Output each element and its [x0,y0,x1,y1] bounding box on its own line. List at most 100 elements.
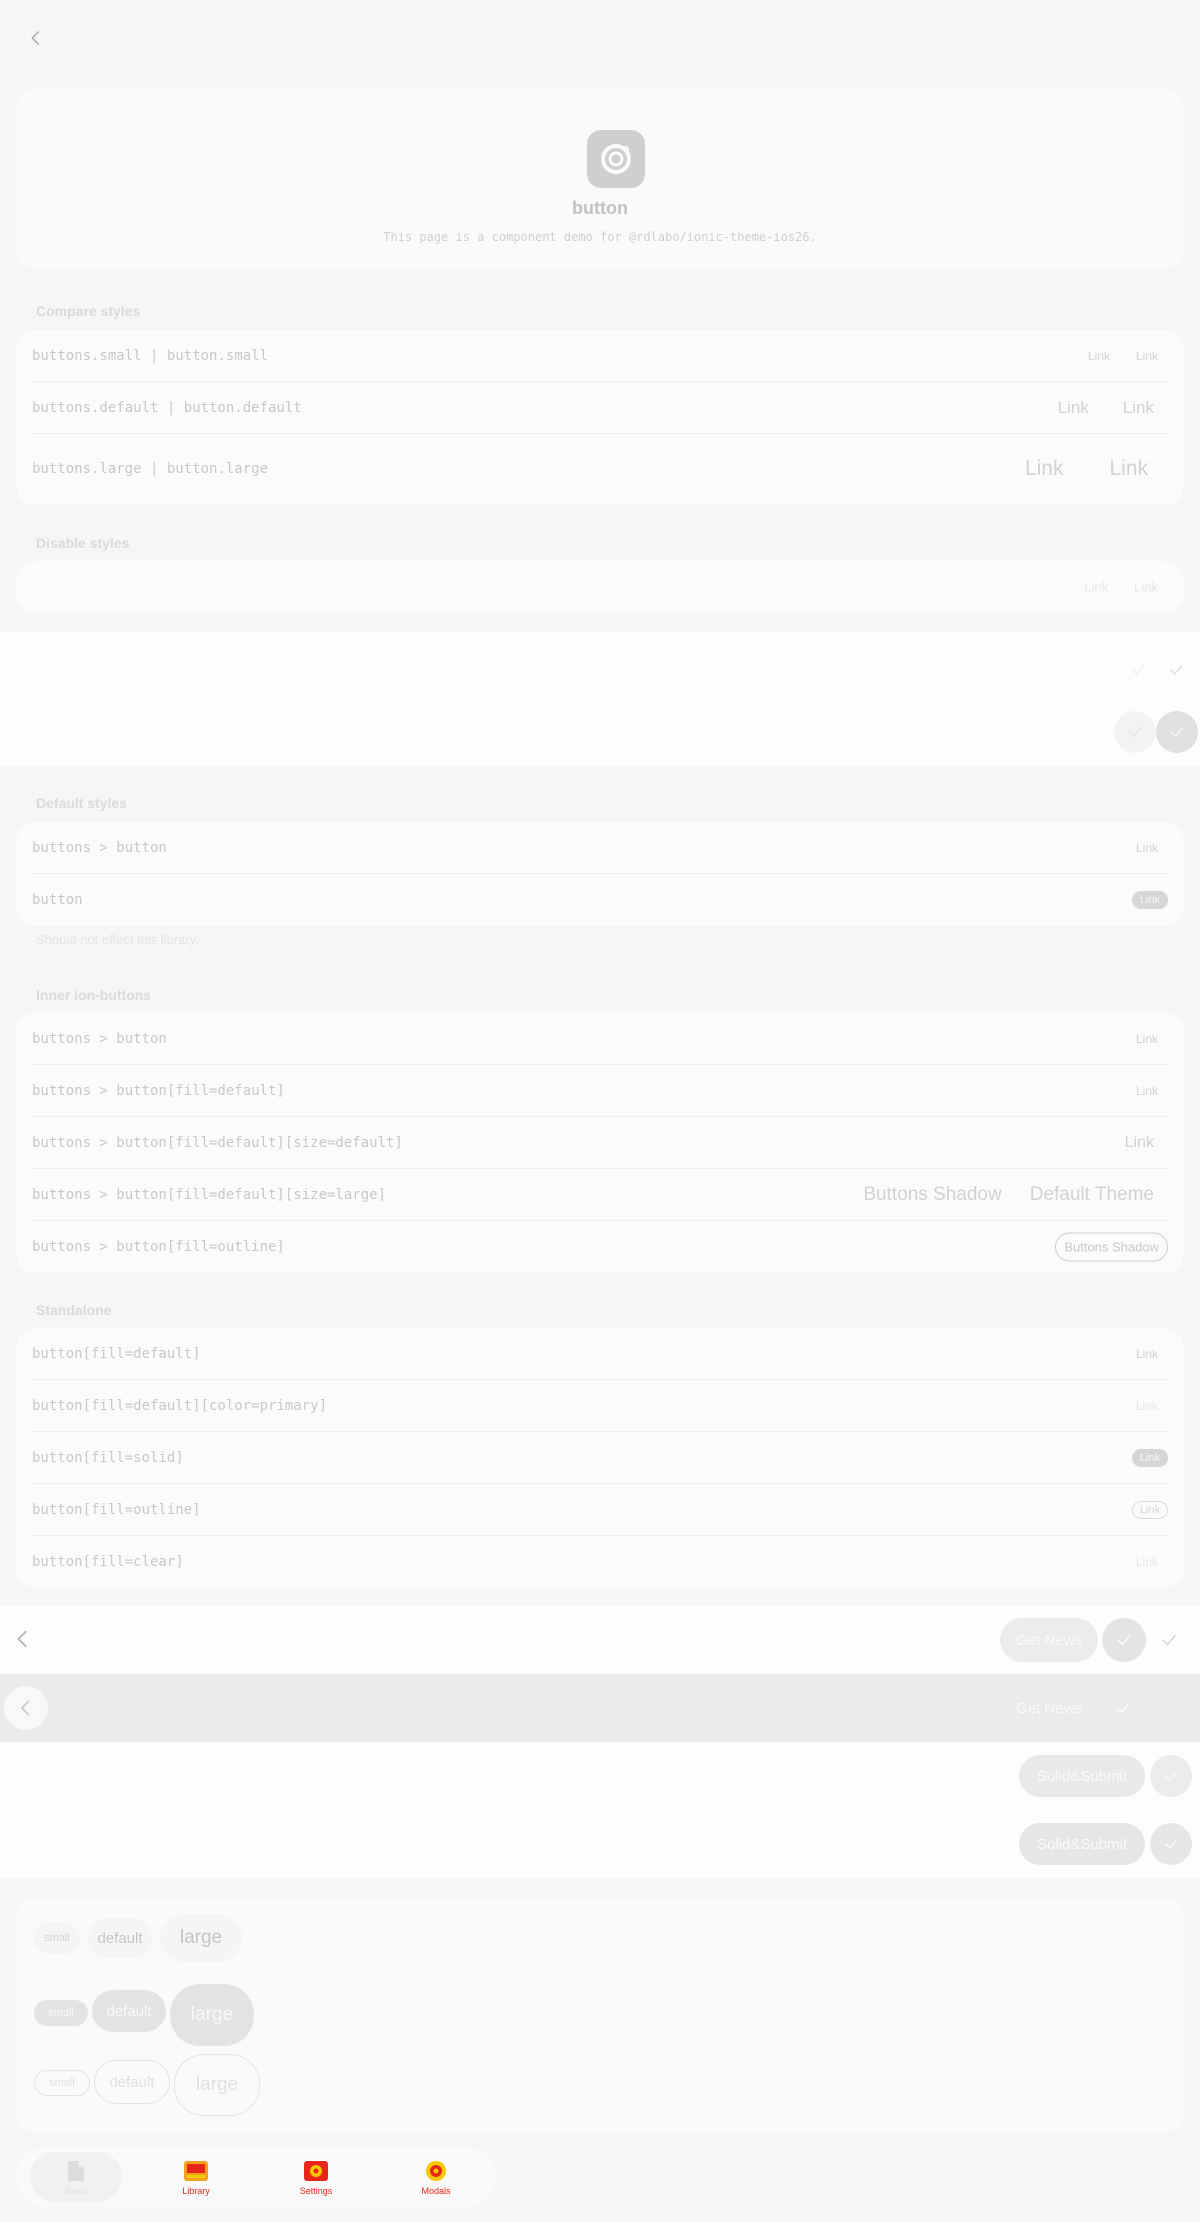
tab-modals[interactable]: Modals [376,2146,496,2208]
disabled-check-button [1156,711,1198,753]
section-title-inner: Inner ion-buttons [36,987,152,1003]
buttons-shadow-button[interactable]: Buttons Shadow [849,1176,1015,1214]
tab-label: Library [182,2185,210,2196]
inner-row: buttons > button[fill=default][size=defa… [32,1117,1168,1169]
link-button[interactable]: Link [1126,1028,1168,1050]
chevron-left-icon [31,31,39,45]
back-button[interactable] [12,1628,34,1655]
section-title-compare: Compare styles [36,303,141,319]
note-text: Should not effect this library. [36,932,199,947]
default-theme-button[interactable]: Default Theme [1016,1176,1168,1214]
standalone-row: button[fill=default][color=primary] Link [32,1380,1168,1432]
tab-settings[interactable]: Settings [256,2146,376,2208]
size-large-solid-button[interactable]: large [170,1984,254,2046]
compare-row-large: buttons.large | button.large Link Link [32,434,1168,504]
link-button[interactable]: Link [1005,443,1084,495]
disable-card: Link Link [16,561,1184,613]
size-small-outline-button[interactable]: small [34,2070,90,2096]
link-button[interactable]: Link [1109,390,1168,426]
tab-bar: Basic Library Settings Modals [16,2146,496,2208]
link-button[interactable]: Link [1126,345,1168,367]
link-button[interactable]: Link [1126,1343,1168,1365]
check-button[interactable] [1150,1823,1192,1865]
hero-card: button This page is a component demo for… [16,88,1184,270]
disabled-link-button: Link [1134,579,1158,595]
row-label: buttons.large | button.large [32,461,269,477]
inner-row: buttons > button[fill=outline] Buttons S… [32,1221,1168,1273]
tab-label: Basic [64,2185,87,2196]
link-button[interactable]: Link [1126,837,1168,859]
checkmark-icon [1165,1771,1177,1781]
size-default-button[interactable]: default [88,1918,152,1958]
size-small-button[interactable]: small [34,1922,80,1954]
tab-label: Modals [421,2185,451,2196]
inner-row: buttons > button Link [32,1013,1168,1065]
tab-basic[interactable]: Basic [16,2146,136,2208]
get-news-button[interactable]: Get News [1000,1686,1098,1730]
back-button[interactable] [4,1686,48,1730]
checkmark-icon [1165,1839,1177,1849]
default-styles-card: buttons > button Link button Link [16,822,1184,926]
compare-row-default: buttons.default | button.default Link Li… [32,382,1168,434]
get-news-button[interactable]: Get News [1000,1618,1098,1662]
chevron-left-icon [21,1700,30,1716]
checkmark-icon [1130,662,1146,683]
row-label: button[fill=outline] [32,1501,201,1518]
inner-row: buttons > button[fill=default] Link [32,1065,1168,1117]
tab-library[interactable]: Library [136,2146,256,2208]
link-button[interactable]: Link [1111,1126,1168,1160]
solid-link-button[interactable]: Link [1131,891,1168,909]
disabled-check-button [1114,711,1156,753]
check-button[interactable] [1102,1618,1146,1662]
checkmark-icon [1129,727,1141,737]
toolbar-solid-submit: Solid&Submit [0,1742,1200,1810]
check-button[interactable] [1150,1755,1192,1797]
sizes-card: small default large small default large … [16,1898,1184,2132]
row-label: buttons > button[fill=default] [32,1082,285,1099]
size-large-button[interactable]: large [160,1914,242,1962]
row-label: button[fill=clear] [32,1554,184,1570]
link-button[interactable]: Link [1044,390,1103,426]
outline-link-button[interactable]: Link [1131,1500,1168,1519]
chevron-left-icon [17,1630,27,1648]
inner-row: buttons > button[fill=default][size=larg… [32,1169,1168,1221]
outline-button[interactable]: Buttons Shadow [1055,1232,1168,1262]
default-row: button Link [32,874,1168,926]
row-label: buttons > button[fill=outline] [32,1239,285,1255]
row-label: button[fill=default][color=primary] [32,1397,328,1414]
standalone-row: button[fill=default] Link [32,1328,1168,1380]
row-label: button[fill=solid] [32,1449,184,1466]
checkmark-icon [1171,727,1183,737]
primary-link-button[interactable]: Link [1126,1395,1168,1417]
checkmark-icon[interactable] [1160,1631,1178,1654]
checkmark-icon[interactable] [1114,1699,1132,1722]
standalone-row: button[fill=clear] Link [32,1536,1168,1588]
size-small-solid-button[interactable]: small [34,2000,88,2026]
row-label: buttons > button [32,839,167,856]
row-label: buttons > button[fill=default][size=larg… [32,1186,387,1203]
solid-submit-button[interactable]: Solid&Submit [1019,1823,1145,1865]
solid-submit-button[interactable]: Solid&Submit [1019,1755,1145,1797]
section-title-standalone: Standalone [36,1302,112,1318]
size-default-outline-button[interactable]: default [94,2060,170,2104]
row-label: button [32,892,83,908]
tab-label: Settings [299,2185,333,2196]
row-label: buttons.default | button.default [32,399,302,416]
default-row: buttons > button Link [32,822,1168,874]
disabled-link-button: Link [1084,579,1109,595]
compare-row-small: buttons.small | button.small Link Link [32,330,1168,382]
page-description: This page is a component demo for @rdlab… [383,230,817,244]
settings-icon [304,2160,328,2181]
section-title-disable: Disable styles [36,535,130,551]
compare-card: buttons.small | button.small Link Link b… [16,330,1184,505]
link-button[interactable]: Link [1078,345,1120,367]
link-button[interactable]: Link [1089,443,1168,495]
size-large-outline-button[interactable]: large [174,2054,260,2116]
solid-link-button[interactable]: Link [1131,1448,1168,1467]
back-button[interactable] [20,22,52,54]
link-button[interactable]: Link [1126,1080,1168,1102]
size-default-solid-button[interactable]: default [92,1990,166,2032]
standalone-card: button[fill=default] Link button[fill=de… [16,1328,1184,1588]
disable-row: Link Link [32,561,1168,613]
clear-link-button[interactable]: Link [1126,1551,1168,1573]
